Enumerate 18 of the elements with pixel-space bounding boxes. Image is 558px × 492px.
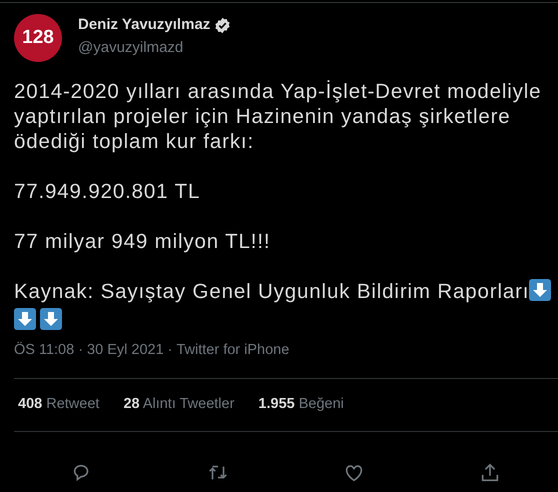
- tweet-text: 2014-2020 yılları arasında Yap-İşlet-Devret modeliyle: [14, 79, 542, 104]
- stat-link[interactable]: 408 Retweet: [18, 394, 100, 416]
- timestamp: ÖS 11:08: [14, 340, 74, 360]
- tweet-text: 77 milyar 949 milyon TL!!!: [14, 229, 272, 254]
- stat-link[interactable]: 1.955 Beğeni: [258, 394, 344, 416]
- tweet-text: ödediği toplam kur farkı:: [14, 129, 256, 154]
- timestamp: 30 Eyl 2021: [87, 341, 164, 360]
- author-handle: @yavuzyilmazd: [78, 38, 184, 58]
- avatar: 128: [14, 14, 62, 62]
- tweet-text: Kaynak: Sayıştay Genel Uygunluk Bildirim Raporları: [14, 280, 530, 303]
- author-name[interactable]: Deniz Yavuzyılmaz: [78, 14, 210, 36]
- tweet-text: 77.949.920.801 TL: [14, 179, 202, 204]
- stat-link[interactable]: 28 Alıntı Tweetler: [123, 394, 234, 416]
- tweet-text: yaptırılan projeler için Hazinenin yandaş şirketlere: [14, 104, 512, 129]
- separator-dot: ·: [168, 341, 172, 360]
- source-link[interactable]: Twitter for iPhone: [176, 340, 290, 362]
- separator-dot: ·: [78, 341, 84, 360]
- share-icon[interactable]: [479, 462, 501, 484]
